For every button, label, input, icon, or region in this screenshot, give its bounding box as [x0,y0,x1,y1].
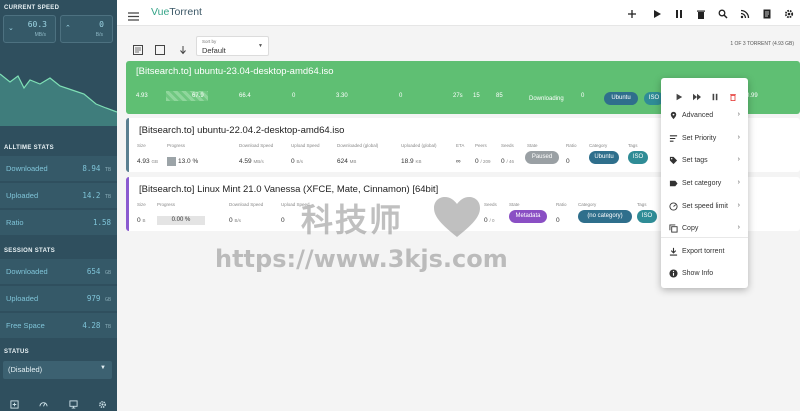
session-stats-title: SESSION STATS [4,248,56,254]
session-downloaded: Downloaded 654 GB [0,259,117,284]
status-title: STATUS [4,349,29,355]
menu-item-advanced[interactable]: Advanced › [661,107,748,125]
watermark-url: https://www.3kjs.com [215,245,508,273]
state-chip: Paused [525,151,559,164]
sort-direction-icon[interactable] [178,42,188,55]
chevron-up-icon: ⌃ [65,25,71,32]
priority-icon [669,135,678,142]
torrent-name: [Bitsearch.to] ubuntu-22.04.2-desktop-am… [139,125,345,136]
chevron-down-icon: ⌄ [8,25,14,32]
download-speed-unit: MB/s [34,32,46,38]
torrent-count: 1 OF 3 TORRENT (4.93 GB) [730,41,794,47]
delete-icon[interactable] [696,6,708,19]
select-mode-icon[interactable] [133,42,143,55]
alltime-uploaded: Uploaded 14.2 TB [0,183,117,208]
state-chip: Metadata [509,210,547,223]
upload-speed-value: 0 [99,20,104,29]
tag-icon [669,156,678,165]
menu-item-export-torrent[interactable]: Export torrent [661,243,748,261]
session-uploaded: Uploaded 979 GB [0,286,117,311]
pin-icon [670,111,677,120]
search-icon[interactable] [718,6,730,19]
play-icon[interactable] [652,6,664,18]
pause-icon[interactable] [711,88,719,106]
add-torrent-icon[interactable] [10,396,19,411]
alltime-ratio: Ratio 1.58 [0,210,117,235]
app-header: VueTorrent [117,0,800,26]
menu-item-copy[interactable]: Copy › [661,220,748,238]
speed-graph [0,73,117,126]
gear-icon[interactable] [98,396,107,411]
force-start-icon[interactable] [693,88,701,106]
speedometer-icon[interactable] [39,396,48,411]
tag-chip: ISO [637,210,657,223]
menu-item-set-priority[interactable]: Set Priority › [661,130,748,148]
heart-icon [434,197,480,237]
pause-icon[interactable] [674,6,686,18]
progress-bar: 0.00 % [157,215,205,225]
category-chip: Ubuntu [604,92,638,105]
info-icon [669,269,678,278]
copy-icon [669,224,678,233]
label-icon [669,180,678,187]
status-select[interactable]: (Disabled) ▼ [3,361,112,379]
sort-by-select[interactable]: Sort by Default ▼ [196,36,269,56]
upload-speed-box: ⌃ 0 B/s [60,15,113,43]
alltime-stats-title: ALLTIME STATS [4,145,54,151]
torrent-name: [Bitsearch.to] Linux Mint 21.0 Vanessa (… [139,184,439,195]
menu-item-set-speed-limit[interactable]: Set speed limit › [661,198,748,216]
menu-item-show-info[interactable]: Show Info [661,265,748,283]
gear-icon[interactable] [784,6,796,19]
watermark-text: 科技师 [301,201,404,239]
add-icon[interactable] [627,6,639,18]
tag-chip: ISO [628,151,648,164]
app-title: VueTorrent [151,6,202,18]
category-chip: (no category) [578,210,632,223]
download-speed-box: ⌄ 60.3 MB/s [3,15,56,43]
menu-item-set-tags[interactable]: Set tags › [661,152,748,170]
speedometer-icon [669,202,678,211]
caret-down-icon: ▼ [100,365,106,371]
alltime-downloaded: Downloaded 8.94 TB [0,156,117,181]
sidebar: CURRENT SPEED ⌄ 60.3 MB/s ⌃ 0 B/s ALLTIM… [0,0,117,411]
delete-icon[interactable] [729,88,737,106]
monitor-icon[interactable] [69,396,78,411]
menu-icon[interactable] [128,8,139,26]
upload-speed-unit: B/s [95,32,103,38]
current-speed-title: CURRENT SPEED [4,5,60,11]
logs-icon[interactable] [762,6,774,19]
torrent-name: [Bitsearch.to] ubuntu-23.04-desktop-amd6… [136,66,334,77]
download-icon [669,247,678,256]
rss-icon[interactable] [740,6,752,19]
session-free-space: Free Space 4.28 TB [0,313,117,338]
select-all-checkbox[interactable] [155,42,165,55]
context-menu: Advanced › Set Priority › Set tags › Set ca… [661,78,748,288]
menu-item-set-category[interactable]: Set category › [661,175,748,193]
caret-down-icon: ▼ [258,43,263,49]
play-icon[interactable] [675,88,683,106]
download-speed-value: 60.3 [27,20,47,29]
category-chip: Ubuntu [589,151,619,164]
progress-bar [167,156,176,166]
